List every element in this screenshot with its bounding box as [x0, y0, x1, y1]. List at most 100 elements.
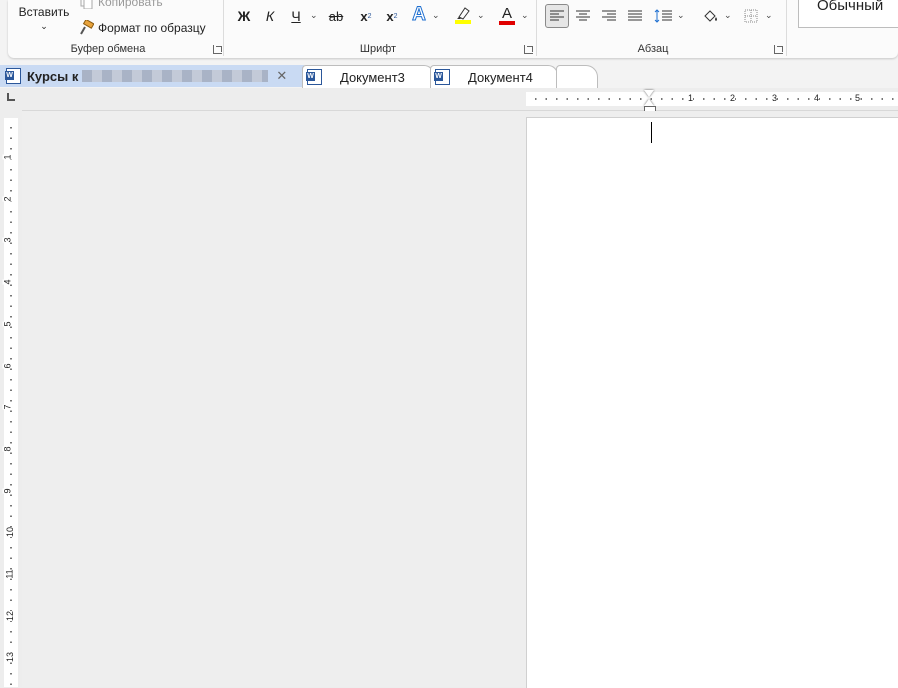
line-spacing-button[interactable] — [652, 5, 674, 27]
chevron-down-icon[interactable]: ⌄ — [310, 10, 318, 21]
text-cursor — [651, 122, 652, 143]
document-tab-bar: W Курсы к ✕ W Документ3 W Документ4 — [0, 62, 898, 88]
format-painter-label: Формат по образцу — [98, 21, 206, 35]
vruler-number: 3 — [2, 237, 13, 243]
align-left-button[interactable] — [545, 4, 569, 28]
paste-button[interactable]: Вставить ⌄ — [14, 0, 74, 38]
chevron-down-icon[interactable]: ⌄ — [724, 10, 732, 21]
text-effects-button[interactable]: A — [408, 4, 430, 26]
new-tab-button[interactable] — [556, 65, 598, 88]
hruler-ticks — [526, 98, 898, 100]
vruler-number: 8 — [2, 446, 13, 452]
align-left-icon — [550, 10, 564, 21]
paint-bucket-icon — [704, 10, 717, 22]
tab-label: Документ4 — [468, 69, 533, 85]
vruler-number: 5 — [2, 321, 13, 327]
chevron-down-icon[interactable]: ⌄ — [677, 10, 685, 21]
vruler-number: 6 — [2, 362, 13, 369]
vruler-number: 4 — [2, 279, 13, 285]
chevron-down-icon[interactable]: ⌄ — [765, 10, 773, 21]
chevron-down-icon[interactable]: ⌄ — [521, 10, 529, 21]
copy-button[interactable]: Копировать — [78, 0, 163, 10]
align-right-button[interactable] — [598, 5, 620, 27]
subscript-button[interactable]: x2 — [356, 6, 376, 26]
justify-icon — [628, 10, 642, 21]
style-normal[interactable]: Обычный — [798, 0, 898, 28]
borders-button[interactable] — [740, 5, 762, 27]
horizontal-ruler: 1 2 3 4 5 — [0, 88, 898, 112]
align-right-icon — [602, 10, 616, 21]
document-page[interactable] — [526, 117, 898, 688]
hruler-number: 5 — [855, 93, 861, 103]
divider — [536, 0, 537, 56]
vertical-ruler: 1 2 3 4 5 6 7 8 9 10 11 12 13 — [0, 110, 22, 687]
superscript-button[interactable]: x2 — [382, 6, 402, 26]
vruler-number: 2 — [2, 196, 13, 202]
text-effects-icon: A — [412, 4, 427, 26]
chevron-down-icon: ⌄ — [40, 21, 48, 31]
format-painter-button[interactable]: Формат по образцу — [78, 19, 206, 37]
style-normal-label: Обычный — [817, 0, 884, 14]
borders-icon — [744, 9, 758, 23]
bold-button[interactable]: Ж — [234, 6, 254, 26]
hruler-number: 1 — [688, 93, 694, 103]
redacted-title — [82, 70, 269, 82]
superscript-label: x — [386, 8, 394, 24]
clipboard-launcher-icon[interactable] — [213, 45, 222, 54]
word-document-icon: W — [306, 69, 322, 85]
word-document-icon: W — [5, 68, 21, 84]
vruler-number: 12 — [5, 610, 16, 621]
first-line-indent-marker[interactable] — [644, 90, 654, 97]
highlight-color-bar — [455, 20, 471, 24]
tab-selector-icon[interactable] — [7, 93, 15, 101]
vruler-ticks — [10, 118, 12, 687]
shading-button[interactable] — [700, 5, 722, 27]
highlighter-icon — [457, 7, 470, 20]
bold-label: Ж — [237, 8, 251, 24]
highlight-button[interactable] — [452, 4, 474, 26]
chevron-down-icon[interactable]: ⌄ — [477, 10, 485, 21]
close-icon[interactable]: ✕ — [276, 68, 287, 84]
paragraph-launcher-icon[interactable] — [774, 45, 783, 54]
italic-button[interactable]: К — [260, 6, 280, 26]
font-launcher-icon[interactable] — [524, 45, 533, 54]
copy-label: Копировать — [98, 0, 163, 9]
superscript-mark: 2 — [393, 12, 398, 20]
line-spacing-icon — [654, 9, 672, 23]
underline-button[interactable]: Ч — [286, 6, 306, 26]
divider — [786, 0, 787, 56]
vruler-number: 11 — [4, 569, 15, 579]
vruler-number: 10 — [5, 527, 16, 538]
tab-label: Курсы к — [27, 68, 79, 84]
vruler-number: 9 — [2, 488, 13, 494]
hruler-number: 4 — [814, 93, 820, 103]
font-color-icon: A — [501, 4, 512, 22]
align-center-icon — [576, 10, 590, 21]
tab-label: Документ3 — [340, 69, 405, 85]
format-painter-icon — [80, 20, 94, 35]
divider — [223, 0, 224, 56]
subscript-mark: 2 — [367, 12, 372, 20]
tab-document4[interactable]: W Документ4 — [430, 65, 558, 88]
vruler-number: 13 — [5, 652, 16, 663]
copy-icon — [80, 0, 93, 9]
paste-label: Вставить — [18, 5, 70, 19]
ribbon: Вставить ⌄ Копировать Формат по образцу … — [0, 0, 898, 62]
tab-document-active[interactable]: W Курсы к ✕ — [0, 65, 304, 87]
justify-button[interactable] — [624, 5, 646, 27]
align-center-button[interactable] — [572, 5, 594, 27]
hruler-number: 2 — [730, 93, 736, 103]
word-document-icon: W — [434, 69, 450, 85]
tab-document3[interactable]: W Документ3 — [302, 65, 434, 88]
hruler-number: 3 — [772, 93, 778, 103]
chevron-down-icon[interactable]: ⌄ — [432, 10, 440, 21]
strikethrough-label: ab — [328, 8, 344, 24]
ribbon-panel: Вставить ⌄ Копировать Формат по образцу … — [8, 0, 898, 58]
font-group-label: Шрифт — [359, 43, 397, 55]
vruler-number: 7 — [2, 404, 13, 410]
clipboard-group-label: Буфер обмена — [70, 43, 146, 55]
font-color-bar — [499, 20, 515, 25]
hanging-indent-marker[interactable] — [644, 99, 654, 106]
font-color-button[interactable]: A — [496, 4, 518, 26]
strikethrough-button[interactable]: ab — [324, 6, 348, 26]
